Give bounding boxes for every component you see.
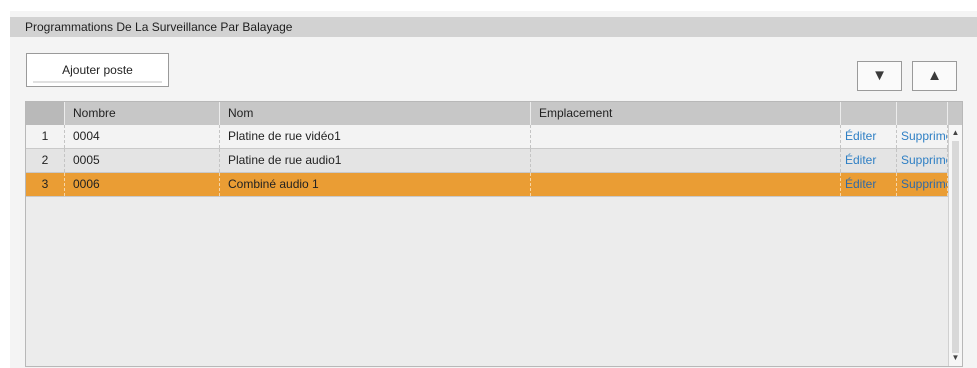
row-index: 1 [26,125,65,148]
row-location [531,173,841,196]
table-row[interactable]: 2 0005 Platine de rue audio1 Éditer Supp… [26,149,962,173]
row-index: 3 [26,173,65,196]
scroll-up-arrow-icon[interactable]: ▲ [949,127,962,139]
row-location [531,149,841,172]
row-name: Platine de rue vidéo1 [220,125,531,148]
column-header-number[interactable]: Nombre [65,102,220,125]
column-header-edit [841,102,897,125]
delete-link[interactable]: Supprimer [897,149,948,172]
column-header-index[interactable] [26,102,65,125]
edit-link[interactable]: Éditer [841,149,897,172]
row-name: Platine de rue audio1 [220,149,531,172]
scrollbar-thumb[interactable] [952,141,959,353]
row-location [531,125,841,148]
table-row-selected[interactable]: 3 0006 Combiné audio 1 Éditer Supprimer [26,173,962,197]
vertical-scrollbar[interactable]: ▲ ▼ [948,125,962,366]
edit-link[interactable]: Éditer [841,125,897,148]
column-header-delete [897,102,948,125]
table-header: Nombre Nom Emplacement [26,102,962,125]
table-row[interactable]: 1 0004 Platine de rue vidéo1 Éditer Supp… [26,125,962,149]
stations-table: Nombre Nom Emplacement 1 0004 Platine de… [25,101,963,367]
scroll-down-arrow-icon[interactable]: ▼ [949,352,962,364]
row-index: 2 [26,149,65,172]
column-header-name[interactable]: Nom [220,102,531,125]
delete-link[interactable]: Supprimer [897,125,948,148]
triangle-down-icon: ▼ [872,67,887,84]
row-number: 0004 [65,125,220,148]
edit-link[interactable]: Éditer [841,173,897,196]
add-station-button[interactable]: Ajouter poste [26,53,169,87]
row-number: 0005 [65,149,220,172]
panel-header: Programmations De La Surveillance Par Ba… [10,17,977,37]
panel-title: Programmations De La Surveillance Par Ba… [25,20,293,34]
column-header-location[interactable]: Emplacement [531,102,841,125]
delete-link[interactable]: Supprimer [897,173,948,196]
row-number: 0006 [65,173,220,196]
triangle-up-icon: ▲ [927,67,942,84]
move-up-button[interactable]: ▲ [912,61,957,91]
move-down-button[interactable]: ▼ [857,61,902,91]
row-name: Combiné audio 1 [220,173,531,196]
scan-schedule-panel: Programmations De La Surveillance Par Ba… [10,11,977,368]
